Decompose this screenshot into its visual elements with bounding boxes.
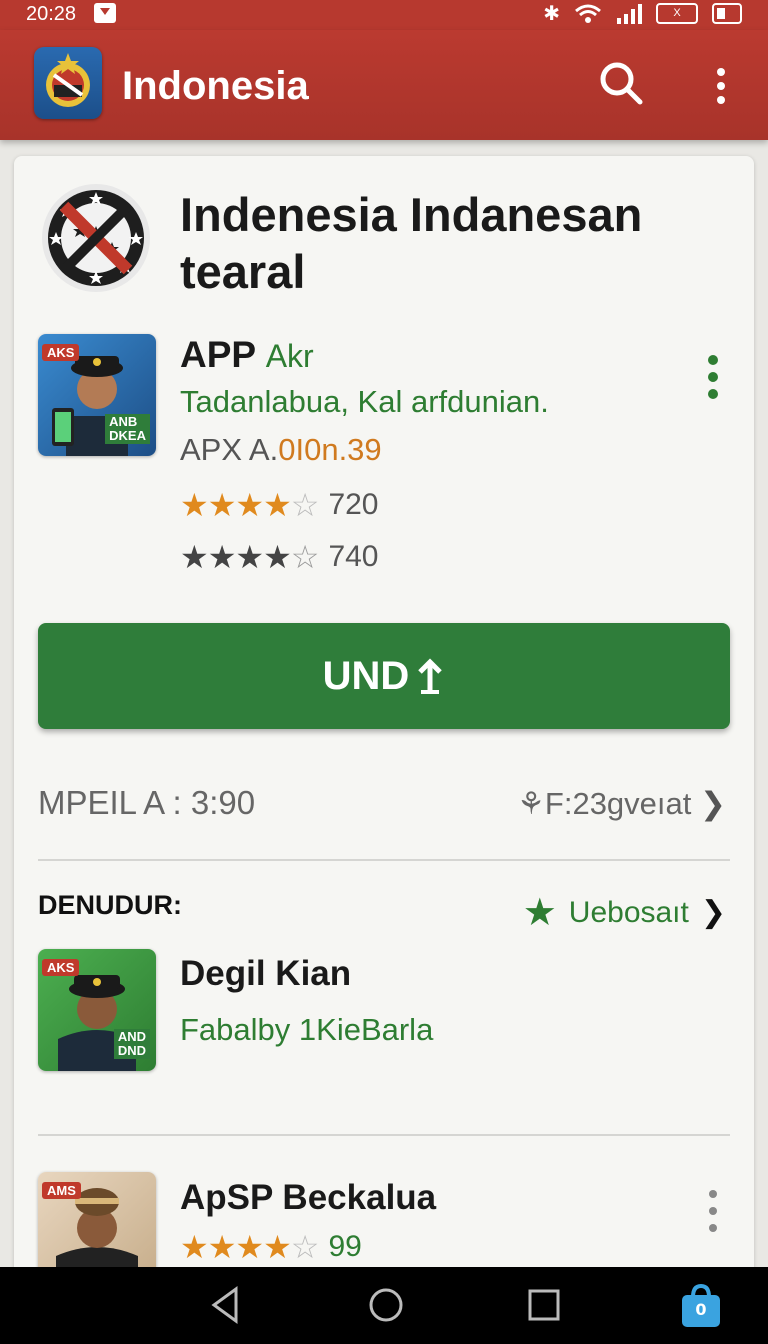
list-item-name[interactable]: ApSP Beckalua bbox=[180, 1178, 436, 1218]
chevron-right-icon: ❯ bbox=[700, 786, 726, 821]
rating-count: 99 bbox=[328, 1230, 362, 1263]
search-icon[interactable] bbox=[598, 60, 644, 106]
thumbnail-label: ANB DKEA bbox=[105, 414, 150, 444]
featured-app-name[interactable]: APP Akr bbox=[180, 334, 314, 376]
rating-count: 740 bbox=[328, 540, 379, 573]
app-detail-card: Indenesia Indanesan tearal AKS ANB DKEA A… bbox=[14, 156, 754, 1296]
rating-row-2: ★★★★☆ 740 bbox=[180, 538, 379, 576]
featured-app-developer: Tadanlabua, Kal arfdunian. bbox=[180, 384, 549, 419]
list-item-more-icon[interactable] bbox=[704, 1188, 722, 1234]
size-icon: ⚘ bbox=[517, 786, 545, 821]
page-title: Indenesia Indanesan tearal bbox=[180, 188, 643, 298]
home-icon[interactable] bbox=[366, 1285, 406, 1325]
list-item-subtitle: Fabalby 1KieBarla bbox=[180, 1012, 434, 1047]
star-rating-icon: ★★★★☆ bbox=[180, 539, 319, 575]
version-value: 0I0n.39 bbox=[278, 432, 382, 467]
thumbnail-label: AND DND bbox=[113, 1029, 150, 1059]
rating-row-1: ★★★★☆ 720 bbox=[180, 486, 379, 524]
battery-icon: X bbox=[656, 3, 698, 24]
status-icons: ✱ X bbox=[543, 1, 742, 26]
navigation-bar: 0 bbox=[0, 1267, 768, 1344]
recents-icon[interactable] bbox=[526, 1285, 562, 1325]
list-item-name[interactable]: Degil Kian bbox=[180, 954, 351, 994]
section-title: DENUDUR: bbox=[38, 890, 182, 920]
rating-row: ★★★★☆ 99 bbox=[180, 1228, 362, 1266]
version-prefix: APX A. bbox=[180, 432, 279, 467]
meta-right-text: F:23gveıat bbox=[544, 786, 692, 821]
section-see-more-link[interactable]: ★ Uebosaıt ❯ bbox=[523, 890, 726, 935]
app-bar: Indonesia bbox=[0, 30, 768, 140]
rating-count: 720 bbox=[328, 488, 379, 521]
bluetooth-icon: ✱ bbox=[543, 3, 560, 25]
app-name-sub: Akr bbox=[265, 338, 314, 374]
install-button-label: UND bbox=[322, 653, 410, 698]
emblem-icon bbox=[46, 53, 90, 107]
list-item-thumbnail[interactable]: AMS bbox=[38, 1172, 156, 1268]
thumbnail-tag: AKS bbox=[42, 344, 80, 361]
back-icon[interactable] bbox=[208, 1285, 242, 1325]
app-logo bbox=[34, 47, 102, 119]
signal-icon bbox=[617, 3, 642, 24]
thumbnail-tag: AKS bbox=[42, 959, 80, 976]
meta-info-right: ⚘F:23gveıat ❯ bbox=[517, 786, 726, 822]
divider bbox=[38, 1134, 730, 1136]
battery-level-icon bbox=[712, 3, 742, 24]
upload-arrow-icon bbox=[418, 658, 443, 694]
more-vert-icon[interactable] bbox=[706, 66, 736, 106]
svg-text:0: 0 bbox=[695, 1300, 706, 1319]
star-rating-icon: ★★★★☆ bbox=[180, 1229, 319, 1265]
featured-app-thumbnail[interactable]: AKS ANB DKEA bbox=[38, 334, 156, 456]
featured-more-icon[interactable] bbox=[704, 354, 722, 400]
wifi-icon bbox=[575, 4, 601, 23]
app-name-text: APP bbox=[180, 334, 256, 375]
status-bar: 20:28 ✱ X bbox=[0, 0, 768, 30]
app-title: Indonesia bbox=[122, 64, 309, 108]
star-icon: ★ bbox=[522, 892, 557, 934]
notification-icon bbox=[94, 3, 116, 23]
shopping-bag-icon[interactable]: 0 bbox=[680, 1283, 722, 1329]
star-rating-icon: ★★★★☆ bbox=[180, 487, 319, 523]
divider bbox=[38, 859, 730, 861]
chevron-right-icon: ❯ bbox=[700, 896, 726, 929]
list-item-thumbnail[interactable]: AKS AND DND bbox=[38, 949, 156, 1071]
install-button[interactable]: UND bbox=[38, 623, 730, 729]
status-time: 20:28 bbox=[26, 3, 77, 25]
meta-info-left: MPEIL A : 3:90 bbox=[38, 784, 256, 821]
featured-app-version: APX A.0I0n.39 bbox=[180, 432, 382, 468]
thumbnail-tag: AMS bbox=[42, 1182, 81, 1199]
no-entry-badge-icon bbox=[42, 184, 150, 292]
section-link-label: Uebosaıt bbox=[568, 895, 689, 929]
